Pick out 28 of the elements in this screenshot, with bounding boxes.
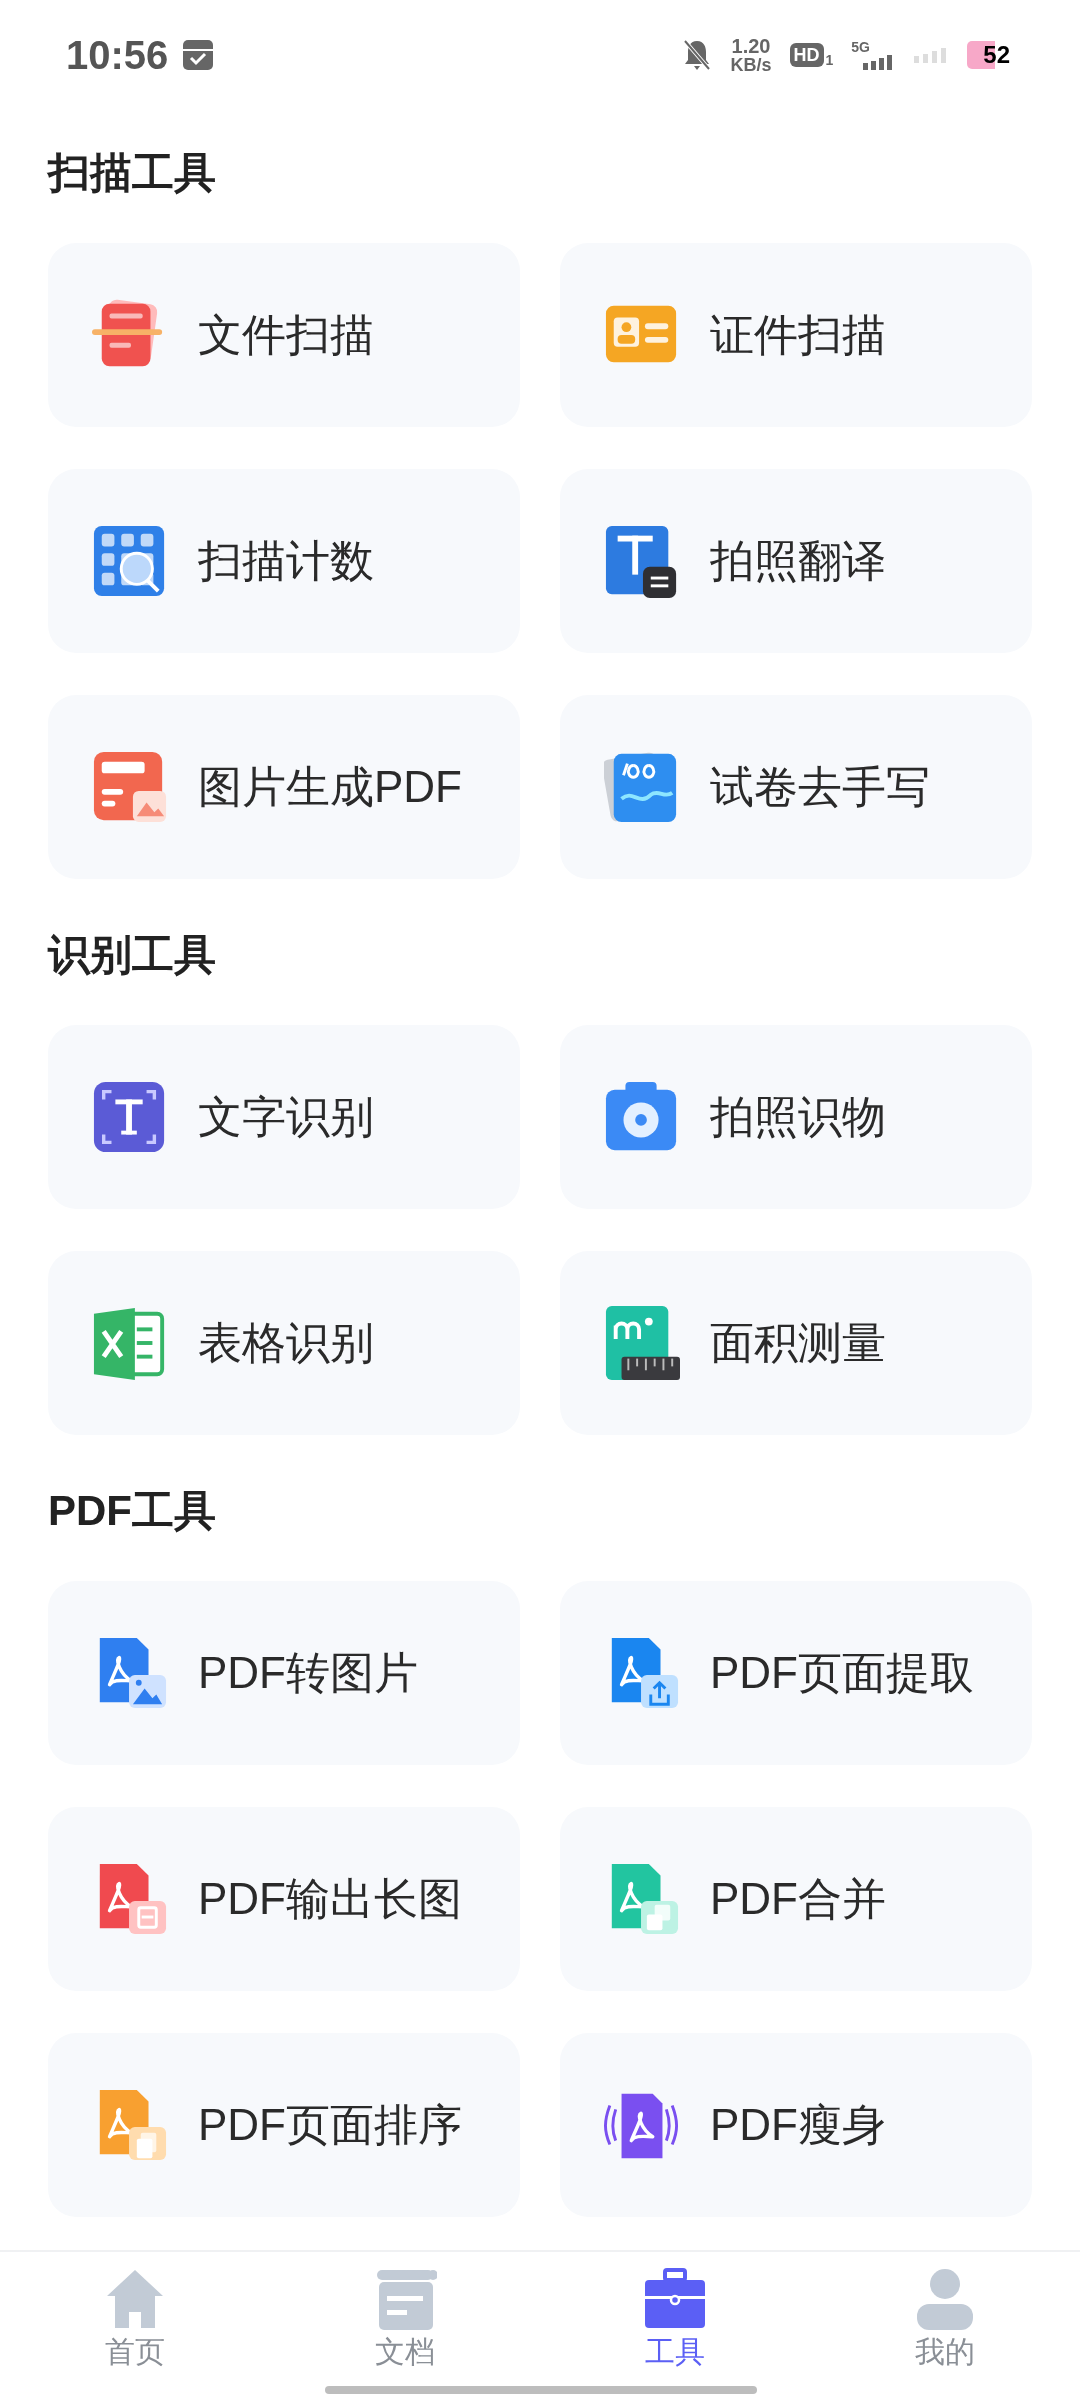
section-title: 扫描工具 xyxy=(48,147,216,198)
nav-tab[interactable]: 工具 xyxy=(643,2252,707,2372)
tool-card[interactable]: 文件扫描 xyxy=(48,243,520,427)
muted-bell-icon xyxy=(682,38,713,72)
tool-card[interactable]: 试卷去手写 xyxy=(560,695,1032,879)
tool-card[interactable]: 图片生成PDF xyxy=(48,695,520,879)
tool-card[interactable]: PDF转图片 xyxy=(48,1581,520,1765)
section-title: 识别工具 xyxy=(48,929,216,980)
network-type: 5G xyxy=(851,40,871,54)
notification-icon xyxy=(182,39,215,71)
hd-badge: HD xyxy=(789,43,824,67)
tool-card[interactable]: 拍照识物 xyxy=(560,1025,1032,1209)
tool-card[interactable]: 表格识别 xyxy=(48,1251,520,1435)
tool-card[interactable]: PDF瘦身 xyxy=(560,2033,1032,2217)
tool-card[interactable]: 扫描计数 xyxy=(48,469,520,653)
section-title: PDF工具 xyxy=(48,1485,216,1536)
tool-card[interactable]: 文字识别 xyxy=(48,1025,520,1209)
tool-card[interactable]: 面积测量 xyxy=(560,1251,1032,1435)
tool-card[interactable]: PDF页面提取 xyxy=(560,1581,1032,1765)
tool-card[interactable]: PDF输出长图 xyxy=(48,1807,520,1991)
hd-index: 1 xyxy=(825,53,834,67)
tool-card[interactable]: 拍照翻译 xyxy=(560,469,1032,653)
tool-card[interactable]: 证件扫描 xyxy=(560,243,1032,427)
speed-unit: KB/s xyxy=(730,56,772,74)
clock-time: 10:56 xyxy=(66,32,169,79)
tool-card[interactable]: PDF页面排序 xyxy=(48,2033,520,2217)
tool-card[interactable]: PDF合并 xyxy=(560,1807,1032,1991)
network-speed: 1.20 xyxy=(731,36,771,56)
